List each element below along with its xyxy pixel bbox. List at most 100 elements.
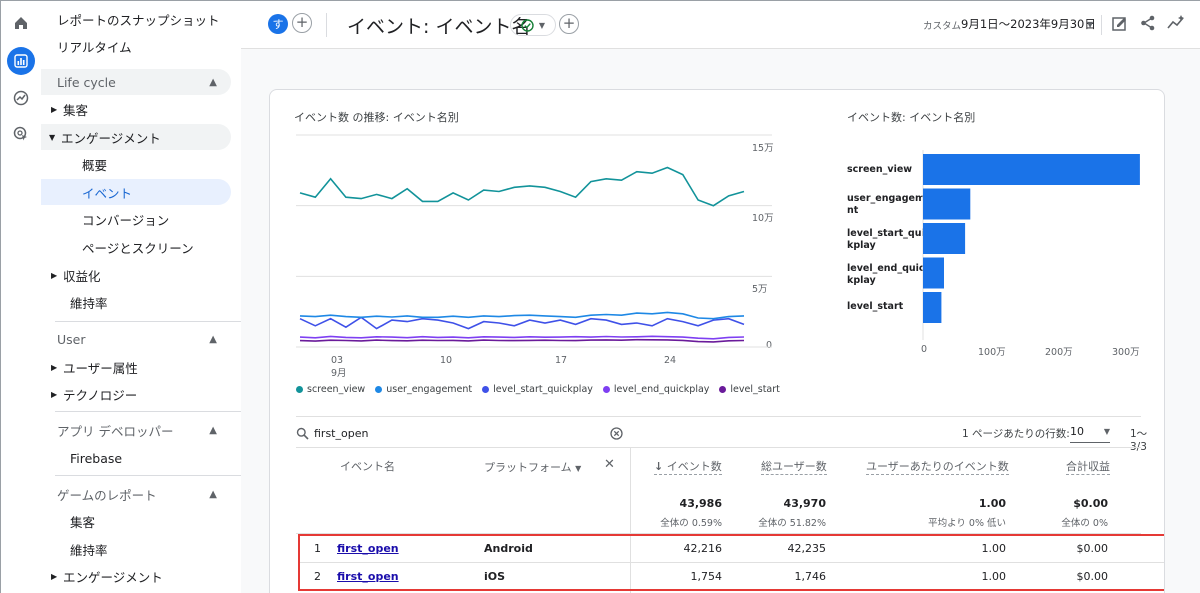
legend-dot — [482, 386, 490, 393]
legend-item[interactable]: user_engagement — [375, 384, 472, 395]
section-label: ゲームのレポート — [57, 487, 157, 503]
bar-level_start[interactable] — [923, 292, 942, 323]
sidebar-item-acquisition[interactable]: ▶ 集客 — [51, 96, 88, 122]
sidebar-item-label: ユーザー属性 — [63, 360, 138, 376]
total-per-user-sub: 平均より 0% 低い — [928, 518, 1006, 529]
explore-icon[interactable] — [7, 84, 35, 112]
sidebar-item-pages[interactable]: ページとスクリーン — [82, 234, 194, 260]
sidebar-item-games-acquisition[interactable]: 集客 — [70, 508, 95, 534]
search-icon — [296, 427, 309, 440]
comparison-avatar[interactable]: す — [268, 14, 288, 34]
column-header-revenue[interactable]: 合計収益 — [1066, 458, 1110, 475]
report-status-chip[interactable]: ▼ — [510, 14, 556, 36]
sidebar-item-realtime[interactable]: リアルタイム — [57, 33, 132, 59]
date-range-picker[interactable]: 9月1日～2023年9月30日 — [961, 16, 1096, 32]
advertising-icon[interactable] — [7, 120, 35, 148]
caret-right-icon: ▶ — [51, 104, 58, 114]
search-input[interactable] — [314, 424, 574, 442]
total-count: 43,986 — [679, 497, 722, 510]
per-user-cell: 1.00 — [981, 542, 1007, 555]
total-revenue: $0.00 — [1073, 497, 1108, 510]
row-index: 1 — [314, 542, 321, 555]
legend-item[interactable]: level_start — [719, 384, 780, 395]
chevron-down-icon[interactable]: ▼ — [1087, 20, 1093, 29]
chevron-down-icon: ▼ — [575, 464, 582, 473]
sidebar-section-lifecycle[interactable]: Life cycle ▲ — [41, 69, 231, 95]
series-line-screen_view[interactable] — [299, 166, 745, 207]
series-line-level_start[interactable] — [299, 338, 745, 343]
legend-item[interactable]: screen_view — [296, 384, 365, 395]
sidebar-section-app-developer[interactable]: アプリ デベロッパー ▲ — [41, 417, 231, 443]
column-header-label: プラットフォーム — [484, 461, 572, 474]
bar-level_start_quickplay[interactable] — [923, 223, 966, 254]
column-header-count[interactable]: ↓ イベント数 — [654, 458, 722, 475]
caret-right-icon: ▶ — [51, 571, 58, 581]
divider — [326, 13, 327, 37]
divider — [296, 416, 1141, 417]
clear-search-icon[interactable] — [610, 427, 623, 440]
event-link[interactable]: first_open — [337, 570, 399, 583]
chevron-down-icon: ▼ — [538, 20, 546, 30]
remove-dimension-icon[interactable]: ✕ — [604, 457, 615, 472]
report-header: す + イベント: イベント名 ▼ + カスタム 9月1日～2023年9月30日… — [241, 1, 1200, 49]
main-area: す + イベント: イベント名 ▼ + カスタム 9月1日～2023年9月30日… — [241, 1, 1200, 593]
total-count-sub: 全体の 0.59% — [660, 518, 722, 529]
bar-screen_view[interactable] — [923, 154, 1140, 185]
edit-report-icon[interactable] — [1111, 15, 1129, 33]
x-tick-label: 100万 — [978, 347, 1006, 358]
sidebar-item-retention[interactable]: 維持率 — [70, 289, 108, 315]
x-tick-label: 300万 — [1112, 347, 1140, 358]
sidebar-item-games-engagement[interactable]: ▶ エンゲージメント — [51, 563, 163, 589]
rows-per-page-select[interactable]: 10 ▼ — [1070, 423, 1110, 443]
sidebar-item-conversions[interactable]: コンバージョン — [82, 206, 169, 232]
sidebar-item-firebase[interactable]: Firebase — [70, 445, 122, 471]
add-filter-icon[interactable]: + — [559, 14, 579, 34]
revenue-cell: $0.00 — [1076, 570, 1109, 583]
divider — [55, 475, 241, 476]
chevron-up-icon: ▲ — [209, 333, 217, 345]
sidebar-item-label: 集客 — [63, 102, 89, 118]
column-header-users[interactable]: 総ユーザー数 — [761, 458, 827, 475]
sidebar-item-overview[interactable]: 概要 — [82, 151, 107, 177]
bar-label: user_engageme nt — [847, 193, 932, 216]
page-title: イベント: イベント名 — [347, 16, 531, 38]
series-line-level_end_quickplay[interactable] — [299, 335, 745, 340]
divider — [55, 411, 241, 412]
event-link[interactable]: first_open — [337, 542, 399, 555]
bar-user_engagement[interactable] — [923, 188, 971, 220]
column-header-platform[interactable]: プラットフォーム ▼ — [484, 459, 581, 475]
sidebar-section-games[interactable]: ゲームのレポート ▲ — [41, 481, 231, 507]
legend-label: level_start — [730, 384, 780, 395]
revenue-cell: $0.00 — [1076, 542, 1109, 555]
sidebar-item-monetization[interactable]: ▶ 収益化 — [51, 262, 101, 288]
sidebar-item-events[interactable]: イベント — [41, 179, 231, 205]
sidebar-item-user-attributes[interactable]: ▶ ユーザー属性 — [51, 354, 138, 380]
series-line-level_start_quickplay[interactable] — [299, 316, 745, 330]
legend-item[interactable]: level_start_quickplay — [482, 384, 593, 395]
insights-icon[interactable] — [1166, 14, 1186, 32]
sidebar-item-technology[interactable]: ▶ テクノロジー — [51, 381, 137, 407]
platform-cell: Android — [484, 542, 533, 555]
reports-icon[interactable] — [7, 47, 35, 75]
sidebar-item-engagement[interactable]: ▼ エンゲージメント — [41, 124, 231, 150]
divider — [1101, 15, 1102, 35]
add-comparison-icon[interactable]: + — [292, 13, 312, 33]
column-header-label: イベント数 — [666, 460, 722, 473]
bar-label: level_start — [847, 301, 904, 312]
column-header-per-user[interactable]: ユーザーあたりのイベント数 — [866, 458, 1009, 475]
bar-level_end_quickplay[interactable] — [923, 257, 944, 289]
count-cell: 42,216 — [683, 542, 723, 555]
legend-label: user_engagement — [386, 384, 473, 395]
share-icon[interactable] — [1139, 14, 1157, 32]
sidebar-item-label: エンゲージメント — [63, 569, 163, 585]
sidebar-section-user[interactable]: User ▲ — [41, 326, 231, 352]
legend-label: level_end_quickplay — [613, 384, 710, 395]
sidebar-item-snapshot[interactable]: レポートのスナップショット — [57, 6, 220, 32]
series-line-user_engagement[interactable] — [299, 311, 745, 320]
sidebar-item-games-retention[interactable]: 維持率 — [70, 536, 108, 562]
count-cell: 1,754 — [690, 570, 723, 583]
column-header-event[interactable]: イベント名 — [340, 458, 395, 474]
home-icon[interactable] — [7, 9, 35, 37]
legend-item[interactable]: level_end_quickplay — [602, 384, 710, 395]
x-tick-label: 24 — [664, 355, 677, 366]
